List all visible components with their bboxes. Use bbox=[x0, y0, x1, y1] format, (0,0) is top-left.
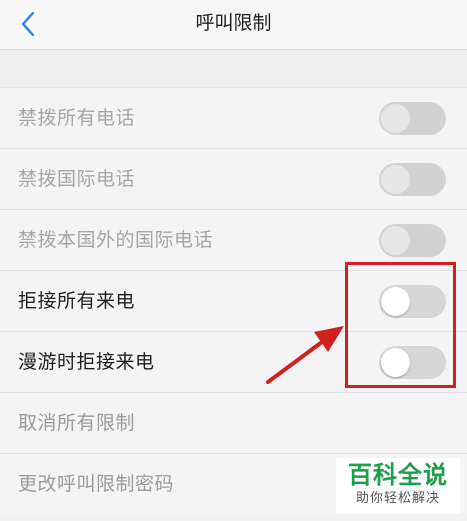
setting-row-bar-international-except-home: 禁拨本国外的国际电话 bbox=[0, 209, 467, 270]
bar-all-outgoing-toggle[interactable] bbox=[379, 102, 446, 135]
action-label: 取消所有限制 bbox=[18, 412, 136, 434]
watermark-sub-text: 助你轻松解决 bbox=[355, 491, 440, 506]
toggle-knob bbox=[381, 226, 410, 255]
setting-label: 禁拨所有电话 bbox=[18, 107, 136, 129]
page-title: 呼叫限制 bbox=[195, 12, 272, 34]
setting-label: 漫游时拒接来电 bbox=[18, 351, 155, 373]
annotation-arrow-icon bbox=[266, 326, 344, 384]
action-label: 更改呼叫限制密码 bbox=[18, 473, 175, 495]
watermark-main-text: 百科全说 bbox=[348, 461, 448, 489]
toggle-knob bbox=[381, 165, 410, 194]
setting-row-bar-all-outgoing: 禁拨所有电话 bbox=[0, 87, 467, 148]
cancel-all-restrictions-item[interactable]: 取消所有限制 bbox=[0, 392, 467, 453]
setting-label: 拒接所有来电 bbox=[18, 290, 136, 312]
annotation-highlight-box bbox=[345, 262, 456, 388]
bar-international-except-home-toggle[interactable] bbox=[379, 224, 446, 257]
toggle-knob bbox=[381, 104, 410, 133]
setting-label: 禁拨本国外的国际电话 bbox=[18, 229, 214, 251]
setting-label: 禁拨国际电话 bbox=[18, 168, 136, 190]
setting-row-bar-international: 禁拨国际电话 bbox=[0, 148, 467, 209]
watermark-logo: 百科全说 助你轻松解决 bbox=[336, 458, 460, 514]
section-spacer bbox=[0, 50, 467, 87]
top-bar: 呼叫限制 bbox=[0, 0, 467, 50]
bar-international-toggle[interactable] bbox=[379, 163, 446, 196]
